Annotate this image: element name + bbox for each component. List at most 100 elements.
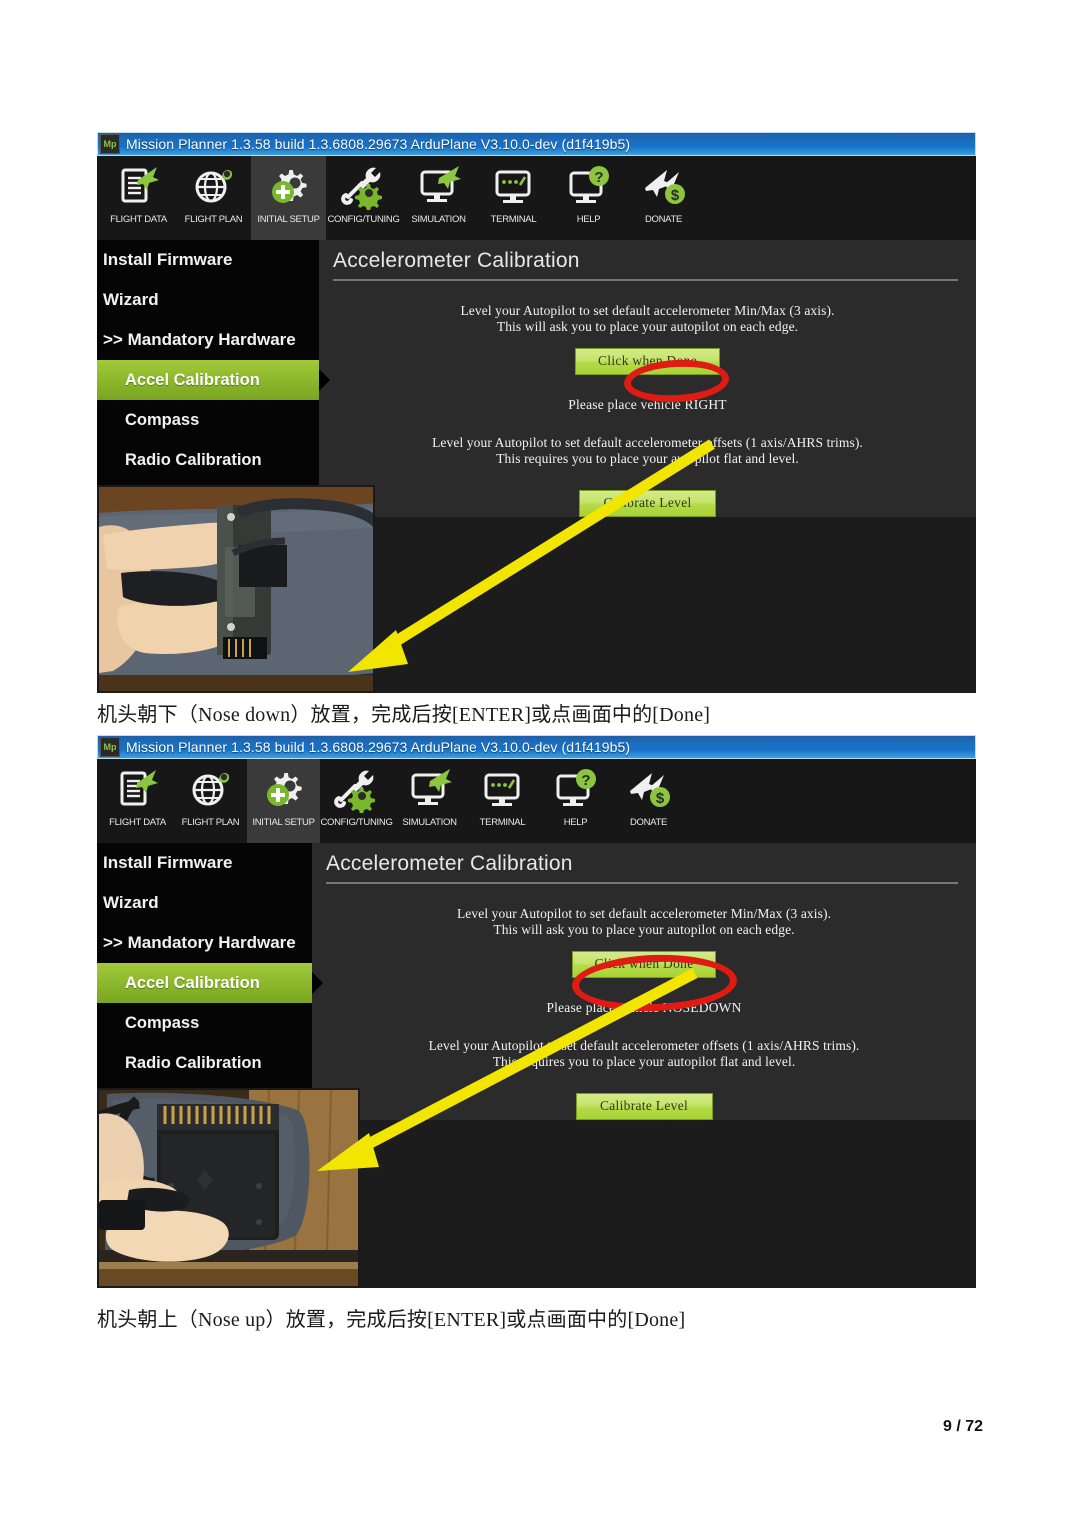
toolbar-button-config-tuning[interactable]: CONFIG/TUNING [326,156,401,240]
click-when-done-button[interactable]: Click when Done [571,950,717,978]
sidebar-item-install-firmware[interactable]: Install Firmware [97,240,319,280]
toolbar-button-donate[interactable]: $ DONATE [626,156,701,240]
window-body: Install Firmware Wizard >> Mandatory Har… [97,843,976,1120]
mission-planner-window-1: Mp Mission Planner 1.3.58 build 1.3.6808… [97,132,976,693]
window-titlebar: Mp Mission Planner 1.3.58 build 1.3.6808… [97,735,976,759]
sidebar-item-wizard[interactable]: Wizard [97,883,312,923]
window-body: Install Firmware Wizard >> Mandatory Har… [97,240,976,517]
simulation-icon [407,765,453,815]
help-icon: ? [553,765,599,815]
sidebar-item-mandatory-hardware[interactable]: >> Mandatory Hardware [97,320,319,360]
sidebar-item-label: >> Mandatory Hardware [103,330,296,349]
accel-calibration-panel: Accelerometer Calibration Level your Aut… [319,240,976,517]
mission-planner-icon: Mp [100,134,120,154]
minmax-instruction-line-2: This will ask you to place your autopilo… [493,922,795,938]
sidebar-item-label: Radio Calibration [125,450,262,469]
minmax-instruction-line-1: Level your Autopilot to set default acce… [456,906,832,921]
flight-data-icon [115,765,161,815]
sidebar-item-label: Wizard [103,290,159,309]
toolbar-label: FLIGHT PLAN [181,817,240,828]
donate-icon: $ [641,162,687,212]
flight-data-icon [116,162,162,212]
toolbar-label: HELP [563,817,588,828]
toolbar-label: DONATE [629,817,668,828]
main-toolbar: FLIGHT DATA FLIGHT PLAN INITIAL SETUP CO… [97,156,976,240]
minmax-instruction-line-2: This will ask you to place your autopilo… [496,319,799,335]
toolbar-button-flight-data[interactable]: FLIGHT DATA [101,156,176,240]
photo-inset-vehicle-nosedown [97,1088,360,1288]
toolbar-button-flight-data[interactable]: FLIGHT DATA [101,759,174,843]
terminal-icon [480,765,526,815]
svg-text:?: ? [594,169,603,186]
help-icon: ? [566,162,612,212]
calibration-body: Level your Autopilot to set default acce… [312,884,976,1120]
toolbar-label: FLIGHT DATA [110,214,167,225]
place-vehicle-prompt: Please place vehicle RIGHT [568,396,727,412]
toolbar-button-flight-plan[interactable]: FLIGHT PLAN [176,156,251,240]
setup-sidebar: Install Firmware Wizard >> Mandatory Har… [97,240,319,517]
sidebar-item-wizard[interactable]: Wizard [97,280,319,320]
toolbar-label: SIMULATION [402,817,457,828]
setup-sidebar: Install Firmware Wizard >> Mandatory Har… [97,843,312,1120]
toolbar-button-initial-setup[interactable]: INITIAL SETUP [251,156,326,240]
sidebar-item-radio-calibration[interactable]: Radio Calibration [97,1043,312,1083]
sidebar-item-mandatory-hardware[interactable]: >> Mandatory Hardware [97,923,312,963]
sidebar-item-radio-calibration[interactable]: Radio Calibration [97,440,319,480]
window-title: Mission Planner 1.3.58 build 1.3.6808.29… [126,739,631,755]
flight-plan-icon [191,162,237,212]
donate-icon: $ [626,765,672,815]
sidebar-item-compass[interactable]: Compass [97,400,319,440]
svg-text:$: $ [655,790,664,807]
toolbar-label: HELP [576,214,601,225]
caption-nose-up: 机头朝上（Nose up）放置，完成后按[ENTER]或点画面中的[Done] [97,1309,686,1331]
sidebar-item-install-firmware[interactable]: Install Firmware [97,843,312,883]
svg-text:$: $ [670,187,679,204]
toolbar-label: TERMINAL [479,817,526,828]
offsets-instruction-line-2: This requires you to place your autopilo… [492,1054,796,1070]
toolbar-button-terminal[interactable]: TERMINAL [476,156,551,240]
toolbar-button-initial-setup[interactable]: INITIAL SETUP [247,759,320,843]
toolbar-button-simulation[interactable]: SIMULATION [401,156,476,240]
sidebar-item-label: Radio Calibration [125,1053,262,1072]
window-title: Mission Planner 1.3.58 build 1.3.6808.29… [126,136,631,152]
sidebar-item-label: Install Firmware [103,853,233,872]
click-when-done-button[interactable]: Click when Done [575,347,720,375]
toolbar-button-help[interactable]: ? HELP [551,156,626,240]
initial-setup-icon [261,765,307,815]
toolbar-button-help[interactable]: ? HELP [539,759,612,843]
page-title: Accelerometer Calibration [326,852,573,875]
mission-planner-window-2: Mp Mission Planner 1.3.58 build 1.3.6808… [97,735,976,1288]
sidebar-item-compass[interactable]: Compass [97,1003,312,1043]
place-vehicle-prompt: Please place vehicle NOSEDOWN [546,999,742,1015]
minmax-instruction-line-1: Level your Autopilot to set default acce… [460,303,835,318]
sidebar-item-accel-calibration[interactable]: Accel Calibration [97,963,312,1003]
toolbar-button-config-tuning[interactable]: CONFIG/TUNING [320,759,393,843]
toolbar-button-simulation[interactable]: SIMULATION [393,759,466,843]
toolbar-button-terminal[interactable]: TERMINAL [466,759,539,843]
sidebar-item-label: Compass [125,410,200,429]
mission-planner-icon: Mp [100,737,120,757]
toolbar-button-flight-plan[interactable]: FLIGHT PLAN [174,759,247,843]
config-tuning-icon [340,162,387,212]
sidebar-item-label: Accel Calibration [125,370,260,389]
sidebar-item-label: Install Firmware [103,250,233,269]
sidebar-item-label: >> Mandatory Hardware [103,933,296,952]
config-tuning-icon [333,765,380,815]
toolbar-label: DONATE [644,214,683,225]
photo-inset-vehicle-right [97,485,375,693]
sidebar-item-label: Compass [125,1013,200,1032]
sidebar-item-accel-calibration[interactable]: Accel Calibration [97,360,319,400]
initial-setup-icon [266,162,312,212]
toolbar-button-donate[interactable]: $ DONATE [612,759,685,843]
offsets-instruction-line-1: Level your Autopilot to set default acce… [428,1037,860,1053]
page-title: Accelerometer Calibration [333,249,580,272]
accel-calibration-panel: Accelerometer Calibration Level your Aut… [312,843,976,1120]
toolbar-label: TERMINAL [490,214,537,225]
toolbar-label: INITIAL SETUP [252,817,315,828]
calibrate-level-button[interactable]: Calibrate Level [579,489,716,517]
toolbar-label: SIMULATION [411,214,466,225]
caption-nose-down: 机头朝下（Nose down）放置，完成后按[ENTER]或点画面中的[Done… [97,704,711,726]
toolbar-label: FLIGHT PLAN [184,214,243,225]
main-toolbar: FLIGHT DATA FLIGHT PLAN INITIAL SETUP CO… [97,759,976,843]
calibrate-level-button[interactable]: Calibrate Level [575,1092,713,1120]
